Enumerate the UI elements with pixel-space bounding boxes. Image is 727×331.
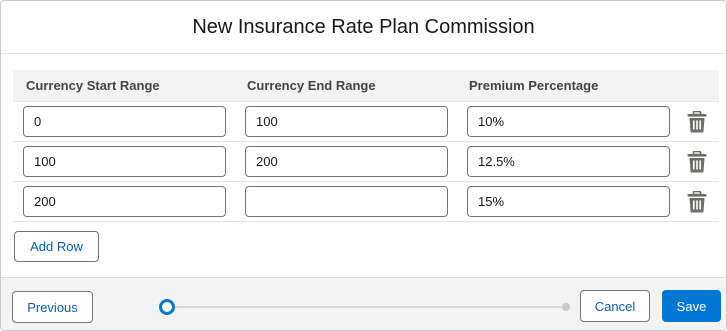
delete-row-button[interactable]: [685, 150, 709, 174]
currency-end-range-input[interactable]: [245, 186, 448, 217]
column-header-currency-start-range: Currency Start Range: [26, 78, 160, 93]
save-button[interactable]: Save: [662, 290, 721, 322]
add-row-button[interactable]: Add Row: [14, 231, 99, 262]
progress-track: [167, 306, 567, 308]
delete-row-button[interactable]: [685, 190, 709, 214]
progress-indicator: [159, 299, 573, 315]
trash-icon: [687, 111, 707, 133]
currency-start-range-input[interactable]: [23, 106, 226, 137]
table-row: [13, 142, 719, 182]
column-header-premium-percentage: Premium Percentage: [469, 78, 599, 93]
trash-icon: [687, 191, 707, 213]
previous-button[interactable]: Previous: [12, 291, 93, 323]
currency-start-range-input[interactable]: [23, 186, 226, 217]
modal-footer: Previous Cancel Save: [1, 277, 726, 330]
premium-percentage-input[interactable]: [467, 146, 670, 177]
cancel-button[interactable]: Cancel: [580, 290, 650, 322]
currency-end-range-input[interactable]: [245, 146, 448, 177]
currency-end-range-input[interactable]: [245, 106, 448, 137]
modal-header: New Insurance Rate Plan Commission: [1, 1, 726, 54]
currency-start-range-input[interactable]: [23, 146, 226, 177]
modal-title: New Insurance Rate Plan Commission: [192, 15, 535, 38]
table-header-row: Currency Start Range Currency End Range …: [13, 70, 719, 102]
trash-icon: [687, 151, 707, 173]
progress-step-current[interactable]: [159, 299, 175, 315]
table-row: [13, 102, 719, 142]
premium-percentage-input[interactable]: [467, 106, 670, 137]
progress-step-next[interactable]: [562, 303, 570, 311]
delete-row-button[interactable]: [685, 110, 709, 134]
column-header-currency-end-range: Currency End Range: [247, 78, 376, 93]
premium-percentage-input[interactable]: [467, 186, 670, 217]
rate-plan-commission-modal: New Insurance Rate Plan Commission Curre…: [0, 0, 727, 331]
table-row: [13, 182, 719, 222]
